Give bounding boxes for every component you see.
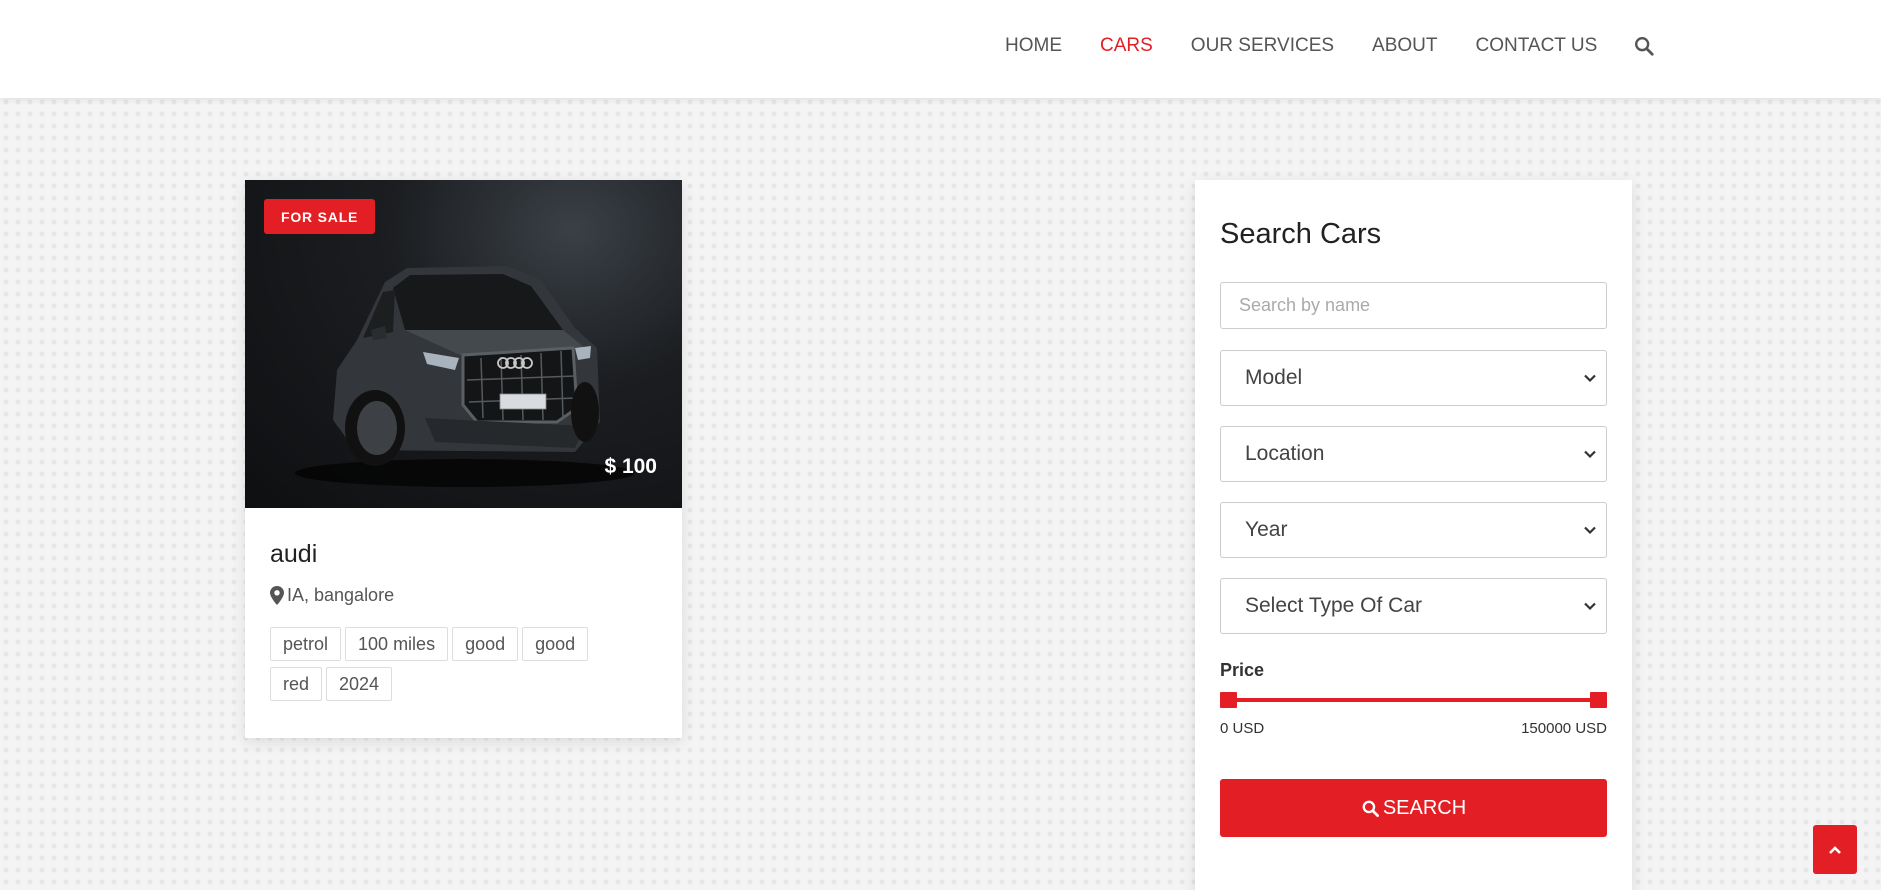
price-min-value: 0 USD bbox=[1220, 720, 1265, 737]
car-image[interactable]: FOR SALE $ 100 bbox=[245, 180, 682, 508]
site-header: HOME CARS OUR SERVICES ABOUT CONTACT US bbox=[0, 0, 1881, 98]
price-max-value: 150000 USD bbox=[1521, 720, 1607, 737]
car-type-select[interactable]: Select Type Of Car bbox=[1220, 578, 1607, 634]
map-pin-icon bbox=[270, 586, 284, 605]
year-select-value: Year bbox=[1245, 518, 1288, 541]
price-label: Price bbox=[1220, 660, 1265, 680]
search-icon[interactable] bbox=[1633, 35, 1655, 57]
nav-about[interactable]: ABOUT bbox=[1372, 35, 1437, 57]
card-body: audi IA, bangalore petrol 100 miles good… bbox=[270, 540, 657, 707]
chevron-up-icon bbox=[1829, 845, 1841, 854]
search-button-label: SEARCH bbox=[1382, 796, 1467, 819]
chevron-down-icon bbox=[1584, 374, 1596, 383]
location-select[interactable]: Location bbox=[1220, 426, 1607, 482]
car-title[interactable]: audi bbox=[270, 540, 657, 569]
car-tags: petrol 100 miles good good red 2024 bbox=[270, 627, 640, 707]
chevron-down-icon bbox=[1584, 602, 1596, 611]
price-max-handle[interactable] bbox=[1590, 692, 1607, 708]
search-button[interactable]: SEARCH bbox=[1220, 779, 1607, 837]
car-type-select-value: Select Type Of Car bbox=[1245, 594, 1423, 617]
tag-condition-2: good bbox=[522, 627, 589, 661]
price-range-track bbox=[1224, 698, 1603, 702]
tag-condition: good bbox=[452, 627, 519, 661]
nav-our-services[interactable]: OUR SERVICES bbox=[1191, 35, 1334, 57]
nav-cars[interactable]: CARS bbox=[1100, 35, 1153, 57]
nav-contact-us[interactable]: CONTACT US bbox=[1476, 35, 1598, 57]
search-icon bbox=[1362, 800, 1379, 817]
tag-mileage: 100 miles bbox=[345, 627, 449, 661]
car-location: IA, bangalore bbox=[270, 585, 657, 606]
price-range-slider[interactable] bbox=[1220, 691, 1607, 709]
chevron-down-icon bbox=[1584, 526, 1596, 535]
year-select[interactable]: Year bbox=[1220, 502, 1607, 558]
chevron-down-icon bbox=[1584, 450, 1596, 459]
nav-home[interactable]: HOME bbox=[1005, 35, 1062, 57]
location-text: IA, bangalore bbox=[287, 585, 395, 605]
location-select-value: Location bbox=[1245, 442, 1325, 465]
tag-fuel: petrol bbox=[270, 627, 342, 661]
model-select[interactable]: Model bbox=[1220, 350, 1607, 406]
search-cars-panel: Search Cars Model Location Year Select T… bbox=[1195, 180, 1632, 890]
price-tag: $ 100 bbox=[604, 455, 657, 478]
back-to-top-button[interactable] bbox=[1813, 825, 1857, 874]
tag-year: 2024 bbox=[326, 667, 393, 701]
price-min-handle[interactable] bbox=[1220, 692, 1237, 708]
main-nav: HOME CARS OUR SERVICES ABOUT CONTACT US bbox=[1005, 35, 1655, 57]
search-by-name-input[interactable] bbox=[1220, 282, 1607, 329]
car-listing-card: FOR SALE $ 100 audi IA, bangalore petrol… bbox=[245, 180, 682, 738]
tag-color: red bbox=[270, 667, 323, 701]
model-select-value: Model bbox=[1245, 366, 1303, 389]
for-sale-badge: FOR SALE bbox=[264, 199, 376, 234]
panel-title: Search Cars bbox=[1220, 218, 1382, 250]
